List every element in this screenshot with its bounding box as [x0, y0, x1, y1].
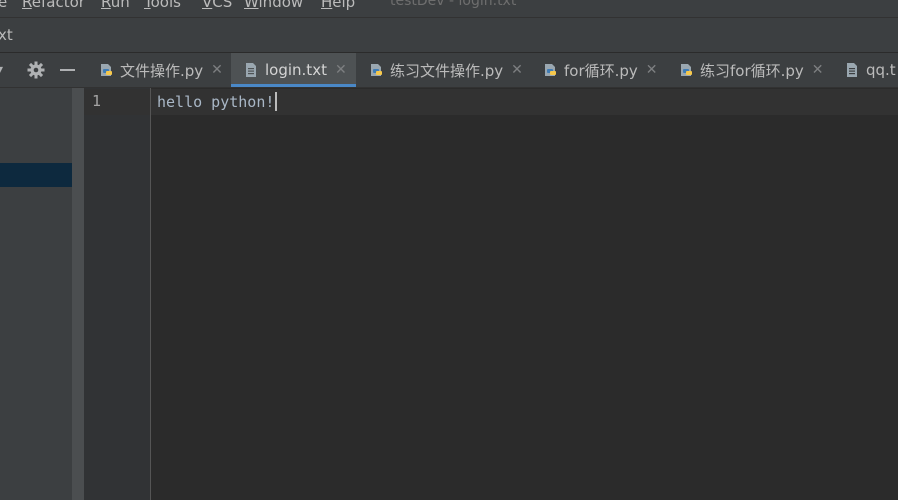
- menu-refactor[interactable]: Refactor: [22, 0, 85, 11]
- menu-help[interactable]: Help: [321, 0, 355, 11]
- code-editor[interactable]: hello python!: [151, 88, 898, 500]
- tab-label: qq.t: [866, 61, 896, 79]
- menu-vcs-label: CS: [212, 0, 233, 11]
- python-file-icon: [371, 64, 382, 76]
- menu-run[interactable]: Run: [101, 0, 130, 11]
- menu-vcs-mnemonic: V: [202, 0, 213, 11]
- text-file-icon: [847, 63, 857, 77]
- breadcrumb-file[interactable]: xt: [0, 26, 13, 44]
- tab-label: for循环.py: [564, 61, 638, 80]
- tab-label: 练习文件操作.py: [390, 61, 504, 80]
- close-icon[interactable]: ✕: [646, 62, 658, 78]
- menu-file-label: e: [0, 0, 7, 11]
- project-panel: [0, 53, 72, 500]
- tab-login-txt[interactable]: login.txt ✕: [231, 53, 356, 87]
- tab-label: 文件操作.py: [120, 61, 204, 80]
- close-icon[interactable]: ✕: [511, 62, 523, 78]
- ide-window: e Refactor Run Tools VCS Window Help tes…: [0, 0, 898, 500]
- menu-tools-mnemonic: T: [144, 0, 151, 11]
- tab-practice-for-loop[interactable]: 练习for循环.py ✕: [678, 53, 838, 87]
- menu-tools[interactable]: Tools: [144, 0, 181, 11]
- menu-run-mnemonic: R: [101, 0, 111, 11]
- menu-tools-label: ools: [150, 0, 181, 11]
- tab-label: login.txt: [265, 61, 327, 79]
- chevron-down-icon[interactable]: ▾: [0, 62, 3, 78]
- gear-icon[interactable]: [27, 61, 45, 79]
- editor-tab-bar: 文件操作.py ✕ login.txt ✕ 练习文件操作.py ✕ for循环.…: [84, 53, 898, 88]
- menu-window[interactable]: Window: [244, 0, 303, 11]
- navigation-bar: xt: [0, 18, 898, 53]
- code-line-text: hello python!: [157, 93, 275, 111]
- project-panel-scrollbar[interactable]: [72, 53, 84, 500]
- menu-run-label: un: [110, 0, 130, 11]
- menu-vcs[interactable]: VCS: [202, 0, 232, 11]
- menu-refactor-mnemonic: R: [22, 0, 32, 11]
- menu-file[interactable]: e: [0, 0, 7, 11]
- minimize-icon[interactable]: [60, 69, 75, 71]
- window-title: testDev - login.txt: [390, 0, 517, 9]
- tab-label: 练习for循环.py: [700, 61, 804, 80]
- tab-file-operations[interactable]: 文件操作.py ✕: [98, 53, 240, 87]
- menu-window-mnemonic: W: [244, 0, 259, 11]
- close-icon[interactable]: ✕: [335, 62, 347, 78]
- text-file-icon: [246, 63, 256, 77]
- line-number: 1: [92, 92, 102, 110]
- code-line[interactable]: hello python!: [157, 92, 278, 111]
- python-file-icon: [681, 64, 692, 76]
- python-file-icon: [545, 64, 556, 76]
- menu-window-label: indow: [258, 0, 304, 11]
- python-file-icon: [101, 64, 112, 76]
- menu-bar: e Refactor Run Tools VCS Window Help tes…: [0, 0, 898, 18]
- close-icon[interactable]: ✕: [812, 62, 824, 78]
- project-panel-header: ▾: [0, 53, 84, 88]
- tab-practice-file-operations[interactable]: 练习文件操作.py ✕: [368, 53, 540, 87]
- editor-gutter: 1: [84, 88, 151, 500]
- project-tree-selected-row[interactable]: [0, 163, 72, 187]
- tab-for-loop[interactable]: for循环.py ✕: [542, 53, 674, 87]
- tab-qq-txt[interactable]: qq.t: [844, 53, 898, 87]
- menu-help-mnemonic: H: [321, 0, 333, 11]
- close-icon[interactable]: ✕: [211, 62, 223, 78]
- menu-help-label: elp: [332, 0, 356, 11]
- text-caret: [275, 92, 278, 111]
- menu-refactor-label: efactor: [31, 0, 85, 11]
